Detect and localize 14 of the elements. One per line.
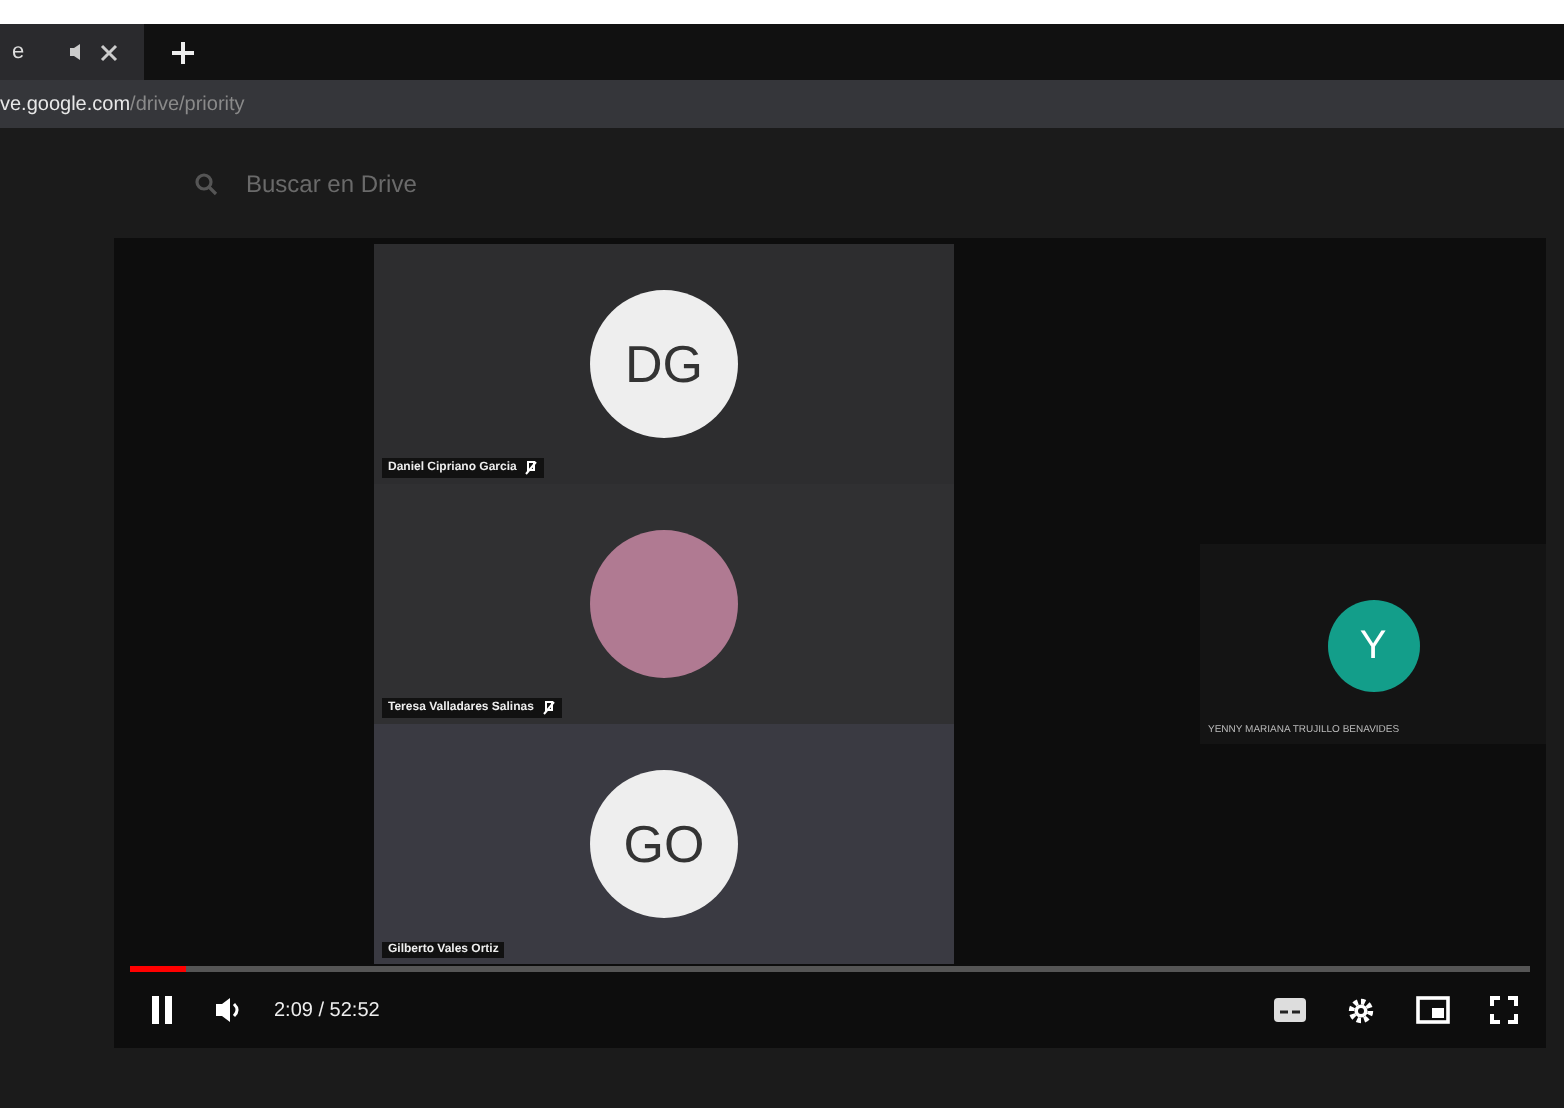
avatar-initials: DG	[590, 290, 738, 438]
browser-tab[interactable]: e	[0, 24, 144, 80]
search-icon	[194, 171, 218, 195]
settings-icon[interactable]	[1346, 995, 1376, 1025]
time-display: 2:09 / 52:52	[274, 999, 380, 1021]
avatar-initials: GO	[590, 770, 738, 918]
address-bar[interactable]: ve.google.com/drive/priority	[0, 80, 1564, 128]
pause-icon[interactable]	[150, 996, 174, 1024]
fullscreen-icon[interactable]	[1490, 996, 1518, 1024]
miniplayer-icon[interactable]	[1416, 996, 1450, 1024]
subtitles-icon[interactable]	[1274, 998, 1306, 1022]
new-tab-icon[interactable]	[172, 41, 194, 63]
close-icon[interactable]	[100, 43, 119, 61]
avatar-initials: Y	[1327, 600, 1419, 692]
